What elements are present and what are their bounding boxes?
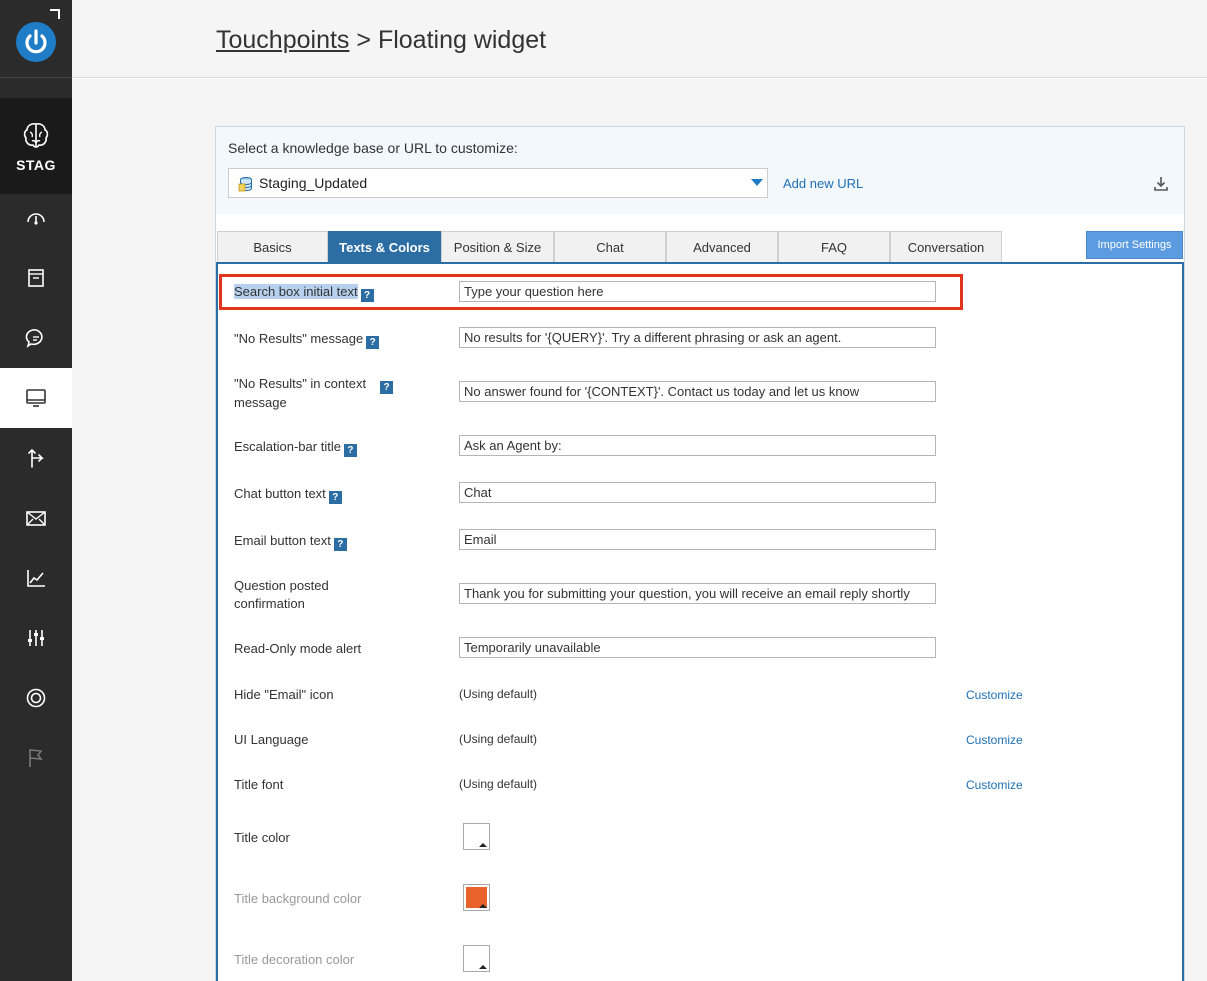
question-posted-label: Question posted confirmation <box>234 578 329 611</box>
email-button-text-label: Email button text? <box>234 532 347 551</box>
no-results-context-input[interactable]: No answer found for '{CONTEXT}'. Contact… <box>459 381 936 402</box>
import-settings-button[interactable]: Import Settings <box>1086 231 1183 259</box>
question-posted-input[interactable]: Thank you for submitting your question, … <box>459 583 936 604</box>
tab-position-size[interactable]: Position & Size <box>441 231 554 262</box>
escalation-title-label: Escalation-bar title? <box>234 438 357 457</box>
page-header: Touchpoints > Floating widget <box>72 0 1207 78</box>
brain-icon <box>23 123 49 148</box>
hide-email-customize-link[interactable]: Customize <box>966 688 1023 702</box>
sidebar-item-touchpoints[interactable] <box>0 368 72 428</box>
kb-select-label: Select a knowledge base or URL to custom… <box>228 140 518 156</box>
line-chart-icon <box>27 570 45 587</box>
sidebar-item-conversations[interactable] <box>0 318 72 358</box>
archive-icon <box>28 269 44 287</box>
breadcrumb-separator: > <box>349 26 378 54</box>
sidebar-item-help[interactable] <box>0 678 72 718</box>
chat-bubble-icon <box>25 329 43 348</box>
email-button-text-input[interactable]: Email <box>459 529 936 550</box>
flag-icon <box>29 749 43 767</box>
sidebar-item-settings[interactable] <box>0 618 72 658</box>
readonly-alert-input[interactable]: Temporarily unavailable <box>459 637 936 658</box>
ui-language-customize-link[interactable]: Customize <box>966 733 1023 747</box>
no-results-context-label: "No Results" in context? message <box>234 375 434 412</box>
title-background-color-label: Title background color <box>234 891 362 906</box>
title-decoration-color-swatch[interactable] <box>463 945 490 972</box>
lifebuoy-icon <box>26 688 46 708</box>
help-icon[interactable]: ? <box>366 336 380 349</box>
add-new-url-link[interactable]: Add new URL <box>783 176 863 191</box>
power-logo-icon <box>16 22 56 62</box>
database-icon <box>238 177 252 192</box>
title-color-swatch[interactable] <box>463 823 490 850</box>
color-picker-triangle-icon <box>479 965 487 969</box>
chat-button-text-label: Chat button text? <box>234 485 342 504</box>
chat-button-text-input[interactable]: Chat <box>459 482 936 503</box>
kb-select[interactable]: Staging_Updated <box>228 168 768 198</box>
sidebar-item-workspace[interactable]: STAG <box>0 98 72 194</box>
hide-email-default-value: (Using default) <box>459 687 538 701</box>
corner-mark-icon <box>50 9 60 19</box>
tab-chat[interactable]: Chat <box>554 231 666 262</box>
no-results-input[interactable]: No results for '{QUERY}'. Try a differen… <box>459 327 936 348</box>
title-font-customize-link[interactable]: Customize <box>966 778 1023 792</box>
breadcrumb: Touchpoints > Floating widget <box>216 26 546 55</box>
route-arrow-icon <box>28 449 44 468</box>
escalation-title-input[interactable]: Ask an Agent by: <box>459 435 936 456</box>
title-font-default-value: (Using default) <box>459 777 538 791</box>
title-color-label: Title color <box>234 830 290 845</box>
download-icon[interactable] <box>1153 176 1169 192</box>
sidebar-item-content[interactable] <box>0 258 72 298</box>
tab-texts-colors[interactable]: Texts & Colors <box>328 231 441 262</box>
monitor-icon <box>26 389 46 407</box>
texts-colors-form <box>216 262 1184 981</box>
tab-faq[interactable]: FAQ <box>778 231 890 262</box>
help-icon[interactable]: ? <box>328 491 342 504</box>
sidebar-item-flags[interactable] <box>0 738 72 778</box>
help-icon[interactable]: ? <box>333 538 347 551</box>
ui-language-label: UI Language <box>234 732 309 747</box>
highlight-box <box>219 274 963 310</box>
breadcrumb-link-touchpoints[interactable]: Touchpoints <box>216 26 349 54</box>
kb-select-value: Staging_Updated <box>259 175 368 191</box>
title-background-color-swatch[interactable] <box>463 884 490 911</box>
color-picker-triangle-icon <box>479 843 487 847</box>
page-title: Floating widget <box>377 26 547 54</box>
workspace-label: STAG <box>16 157 56 173</box>
title-font-label: Title font <box>234 777 284 792</box>
sidebar-item-email[interactable] <box>0 498 72 538</box>
sliders-icon <box>28 630 44 646</box>
hide-email-icon-label: Hide "Email" icon <box>234 687 334 702</box>
readonly-alert-label: Read-Only mode alert <box>234 641 362 656</box>
app-logo[interactable] <box>0 0 72 78</box>
color-picker-triangle-icon <box>479 904 487 908</box>
sidebar-item-analytics[interactable] <box>0 558 72 598</box>
help-icon[interactable]: ? <box>380 381 394 394</box>
tab-basics[interactable]: Basics <box>217 231 328 262</box>
sidebar-item-flows[interactable] <box>0 438 72 478</box>
envelope-icon <box>26 511 46 526</box>
gauge-icon <box>27 213 45 225</box>
tab-conversation[interactable]: Conversation <box>890 231 1002 262</box>
ui-language-default-value: (Using default) <box>459 732 538 746</box>
chevron-down-icon <box>751 179 763 186</box>
title-decoration-color-label: Title decoration color <box>234 952 355 967</box>
tab-advanced[interactable]: Advanced <box>666 231 778 262</box>
sidebar: STAG <box>0 0 72 981</box>
sidebar-item-dashboard[interactable] <box>0 198 72 238</box>
no-results-label: "No Results" message? <box>234 330 380 349</box>
help-icon[interactable]: ? <box>343 444 357 457</box>
